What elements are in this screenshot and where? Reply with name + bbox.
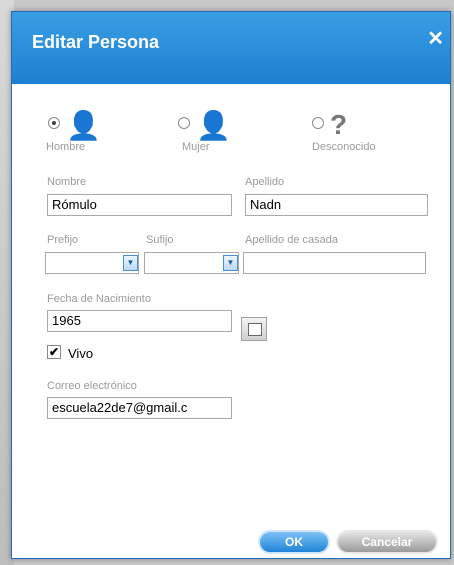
- gender-option-desconocido[interactable]: ? Desconocido: [304, 109, 414, 164]
- apellido-field[interactable]: Nadn: [245, 194, 428, 216]
- radio-desconocido[interactable]: [312, 117, 324, 129]
- prefijo-label: Prefijo: [47, 234, 79, 246]
- gender-option-hombre[interactable]: 👤 Hombre: [42, 109, 152, 164]
- correo-field[interactable]: escuela22de7@gmail.c: [47, 397, 232, 419]
- dialog-title: Editar Persona: [32, 32, 160, 52]
- sufijo-label: Sufijo: [146, 234, 174, 246]
- sufijo-select[interactable]: ▼: [144, 252, 239, 274]
- nombre-field[interactable]: Rómulo: [47, 194, 232, 216]
- apellido-label: Apellido: [245, 176, 285, 188]
- prefijo-select[interactable]: ▼: [45, 252, 139, 274]
- gender-label-desconocido: Desconocido: [312, 141, 376, 153]
- radio-mujer[interactable]: [178, 117, 190, 129]
- radio-hombre[interactable]: [48, 117, 60, 129]
- nombre-label: Nombre: [47, 176, 87, 188]
- editar-persona-dialog: Editar Persona ✕ 👤 Hombre 👤 Mujer ? Desc…: [11, 11, 451, 559]
- ok-button[interactable]: OK: [260, 532, 328, 552]
- gender-label-mujer: Mujer: [182, 141, 210, 153]
- question-mark-icon: ?: [330, 109, 348, 140]
- gender-label-hombre: Hombre: [46, 141, 86, 153]
- gender-option-mujer[interactable]: 👤 Mujer: [170, 109, 280, 164]
- fecha-nacimiento-label: Fecha de Nacimiento: [47, 293, 151, 305]
- apellido-casada-field[interactable]: [243, 252, 426, 274]
- dialog-titlebar: Editar Persona ✕: [12, 12, 450, 84]
- apellido-casada-label: Apellido de casada: [245, 234, 338, 246]
- close-icon[interactable]: ✕: [427, 26, 444, 51]
- cancel-button[interactable]: Cancelar: [338, 532, 436, 552]
- vivo-label: Vivo: [68, 346, 94, 361]
- calendar-icon[interactable]: [241, 317, 267, 341]
- fecha-nacimiento-field[interactable]: 1965: [47, 310, 232, 332]
- male-person-icon: 👤: [66, 110, 101, 141]
- female-person-icon: 👤: [196, 110, 231, 141]
- prefijo-dropdown-icon[interactable]: ▼: [123, 255, 138, 271]
- correo-label: Correo electrónico: [47, 380, 137, 392]
- vivo-checkbox[interactable]: ✔: [47, 345, 61, 359]
- sufijo-dropdown-icon[interactable]: ▼: [223, 255, 238, 271]
